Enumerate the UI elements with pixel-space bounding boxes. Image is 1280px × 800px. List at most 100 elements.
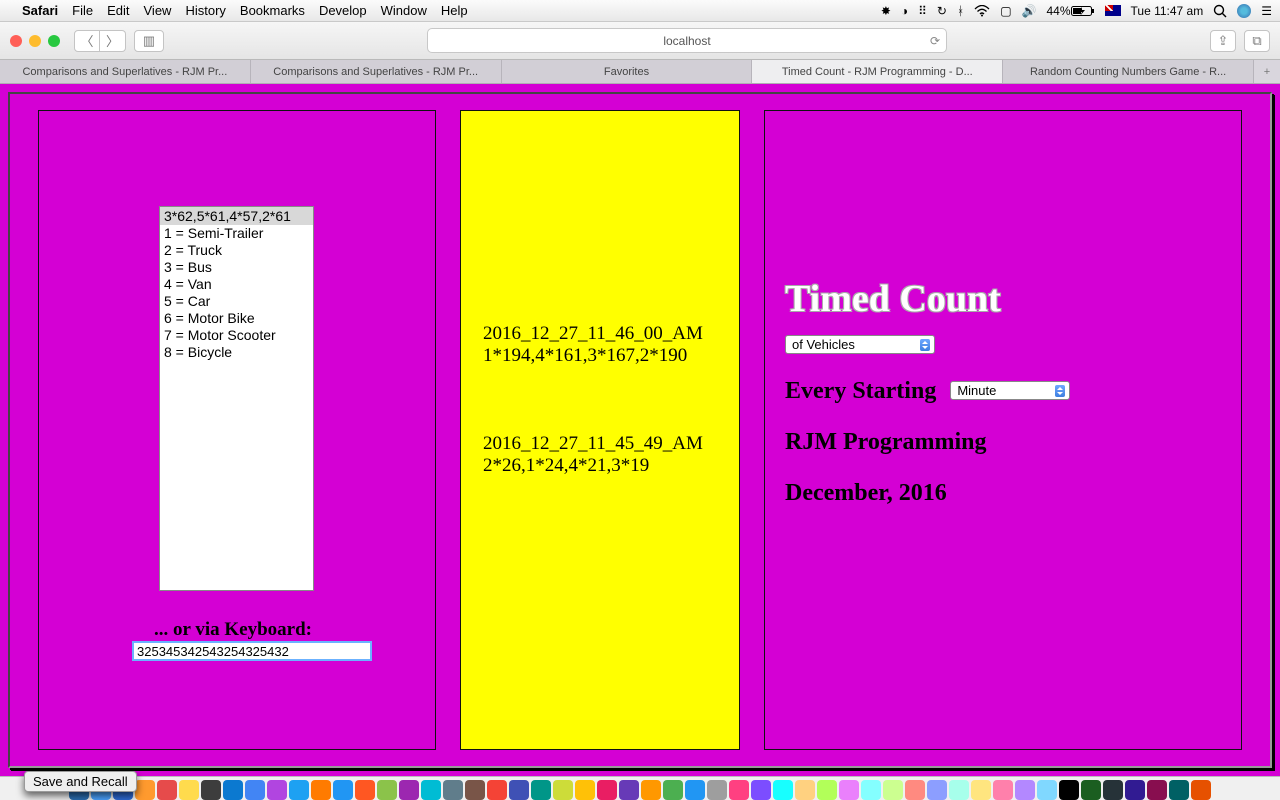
address-bar[interactable]: localhost ⟳ xyxy=(427,28,947,53)
dock-app-icon[interactable] xyxy=(223,780,243,800)
tab-0[interactable]: Comparisons and Superlatives - RJM Pr... xyxy=(0,60,251,83)
minimize-window-icon[interactable] xyxy=(29,35,41,47)
dock-app-icon[interactable] xyxy=(883,780,903,800)
tabs-button[interactable]: ⧉ xyxy=(1244,30,1270,52)
menu-help[interactable]: Help xyxy=(441,3,468,18)
dock-app-icon[interactable] xyxy=(707,780,727,800)
list-item[interactable]: 4 = Van xyxy=(160,276,313,293)
dock-app-icon[interactable] xyxy=(817,780,837,800)
dock-app-icon[interactable] xyxy=(619,780,639,800)
dock-app-icon[interactable] xyxy=(927,780,947,800)
dock-app-icon[interactable] xyxy=(795,780,815,800)
reload-icon[interactable]: ⟳ xyxy=(930,34,940,48)
zoom-window-icon[interactable] xyxy=(48,35,60,47)
back-button[interactable]: 〈 xyxy=(74,30,100,52)
flag-icon[interactable] xyxy=(1105,5,1121,16)
dock-app-icon[interactable] xyxy=(553,780,573,800)
new-tab-button[interactable]: + xyxy=(1254,60,1280,83)
avast-icon[interactable]: ✸ xyxy=(881,4,891,18)
dock-app-icon[interactable] xyxy=(421,780,441,800)
list-item[interactable]: 6 = Motor Bike xyxy=(160,310,313,327)
dock-app-icon[interactable] xyxy=(311,780,331,800)
dock-app-icon[interactable] xyxy=(575,780,595,800)
menu-file[interactable]: File xyxy=(72,3,93,18)
dock-app-icon[interactable] xyxy=(377,780,397,800)
dock-app-icon[interactable] xyxy=(487,780,507,800)
dock-app-icon[interactable] xyxy=(773,780,793,800)
dock-app-icon[interactable] xyxy=(751,780,771,800)
notification-icon[interactable]: ◑ xyxy=(901,4,908,18)
dock-app-icon[interactable] xyxy=(399,780,419,800)
dock-app-icon[interactable] xyxy=(905,780,925,800)
list-item[interactable]: 2 = Truck xyxy=(160,242,313,259)
dock-app-icon[interactable] xyxy=(333,780,353,800)
forward-button[interactable]: 〉 xyxy=(100,30,126,52)
interval-select[interactable]: Minute xyxy=(950,381,1070,400)
dock-app-icon[interactable] xyxy=(839,780,859,800)
timemachine-icon[interactable]: ↻ xyxy=(937,4,947,18)
dock-app-icon[interactable] xyxy=(1191,780,1211,800)
dock-app-icon[interactable] xyxy=(1125,780,1145,800)
dock-app-icon[interactable] xyxy=(267,780,287,800)
dock-app-icon[interactable] xyxy=(135,780,155,800)
spotlight-icon[interactable] xyxy=(1213,4,1227,18)
menu-edit[interactable]: Edit xyxy=(107,3,129,18)
menu-history[interactable]: History xyxy=(185,3,225,18)
subject-select[interactable]: of Vehicles xyxy=(785,335,935,354)
wifi-icon[interactable] xyxy=(974,5,990,17)
save-recall-button[interactable]: Save and Recall xyxy=(24,771,137,792)
dock-app-icon[interactable] xyxy=(685,780,705,800)
tab-3[interactable]: Timed Count - RJM Programming - D... xyxy=(752,60,1003,83)
list-item[interactable]: 3 = Bus xyxy=(160,259,313,276)
dock-app-icon[interactable] xyxy=(949,780,969,800)
list-item[interactable]: 8 = Bicycle xyxy=(160,344,313,361)
dropbox-icon[interactable]: ⠿ xyxy=(918,4,927,18)
share-button[interactable]: ⇪ xyxy=(1210,30,1236,52)
notification-center-icon[interactable]: ☰ xyxy=(1261,4,1272,18)
list-selected-row[interactable]: 3*62,5*61,4*57,2*61 xyxy=(160,207,313,225)
dock-app-icon[interactable] xyxy=(531,780,551,800)
app-name[interactable]: Safari xyxy=(22,3,58,18)
dock-app-icon[interactable] xyxy=(1059,780,1079,800)
vehicle-listbox[interactable]: 3*62,5*61,4*57,2*61 1 = Semi-Trailer 2 =… xyxy=(159,206,314,591)
list-item[interactable]: 1 = Semi-Trailer xyxy=(160,225,313,242)
dock-app-icon[interactable] xyxy=(179,780,199,800)
list-item[interactable]: 5 = Car xyxy=(160,293,313,310)
menu-window[interactable]: Window xyxy=(381,3,427,18)
dock-app-icon[interactable] xyxy=(201,780,221,800)
volume-icon[interactable]: 🔊 xyxy=(1022,4,1037,18)
menu-bookmarks[interactable]: Bookmarks xyxy=(240,3,305,18)
dock-app-icon[interactable] xyxy=(1037,780,1057,800)
menu-develop[interactable]: Develop xyxy=(319,3,367,18)
tab-1[interactable]: Comparisons and Superlatives - RJM Pr... xyxy=(251,60,502,83)
dock-app-icon[interactable] xyxy=(1103,780,1123,800)
dock-app-icon[interactable] xyxy=(355,780,375,800)
dock-app-icon[interactable] xyxy=(289,780,309,800)
dock-app-icon[interactable] xyxy=(509,780,529,800)
clock[interactable]: Tue 11:47 am xyxy=(1131,4,1204,18)
dock-app-icon[interactable] xyxy=(1081,780,1101,800)
list-item[interactable]: 7 = Motor Scooter xyxy=(160,327,313,344)
dock-app-icon[interactable] xyxy=(861,780,881,800)
dock-app-icon[interactable] xyxy=(465,780,485,800)
dock-app-icon[interactable] xyxy=(1147,780,1167,800)
airplay-icon[interactable]: ▢ xyxy=(1000,4,1011,18)
dock-app-icon[interactable] xyxy=(1169,780,1189,800)
dock-app-icon[interactable] xyxy=(157,780,177,800)
tab-4[interactable]: Random Counting Numbers Game - R... xyxy=(1003,60,1254,83)
dock-app-icon[interactable] xyxy=(971,780,991,800)
dock-app-icon[interactable] xyxy=(597,780,617,800)
dock-app-icon[interactable] xyxy=(1015,780,1035,800)
dock-app-icon[interactable] xyxy=(443,780,463,800)
sidebar-button[interactable]: ▥ xyxy=(134,30,164,52)
dock-app-icon[interactable] xyxy=(729,780,749,800)
tab-2[interactable]: Favorites xyxy=(502,60,753,83)
keyboard-input[interactable] xyxy=(132,641,372,661)
close-window-icon[interactable] xyxy=(10,35,22,47)
bluetooth-icon[interactable]: ᚼ xyxy=(957,4,964,18)
dock-app-icon[interactable] xyxy=(245,780,265,800)
dock-app-icon[interactable] xyxy=(663,780,683,800)
menu-view[interactable]: View xyxy=(144,3,172,18)
siri-icon[interactable] xyxy=(1237,4,1251,18)
dock-app-icon[interactable] xyxy=(641,780,661,800)
